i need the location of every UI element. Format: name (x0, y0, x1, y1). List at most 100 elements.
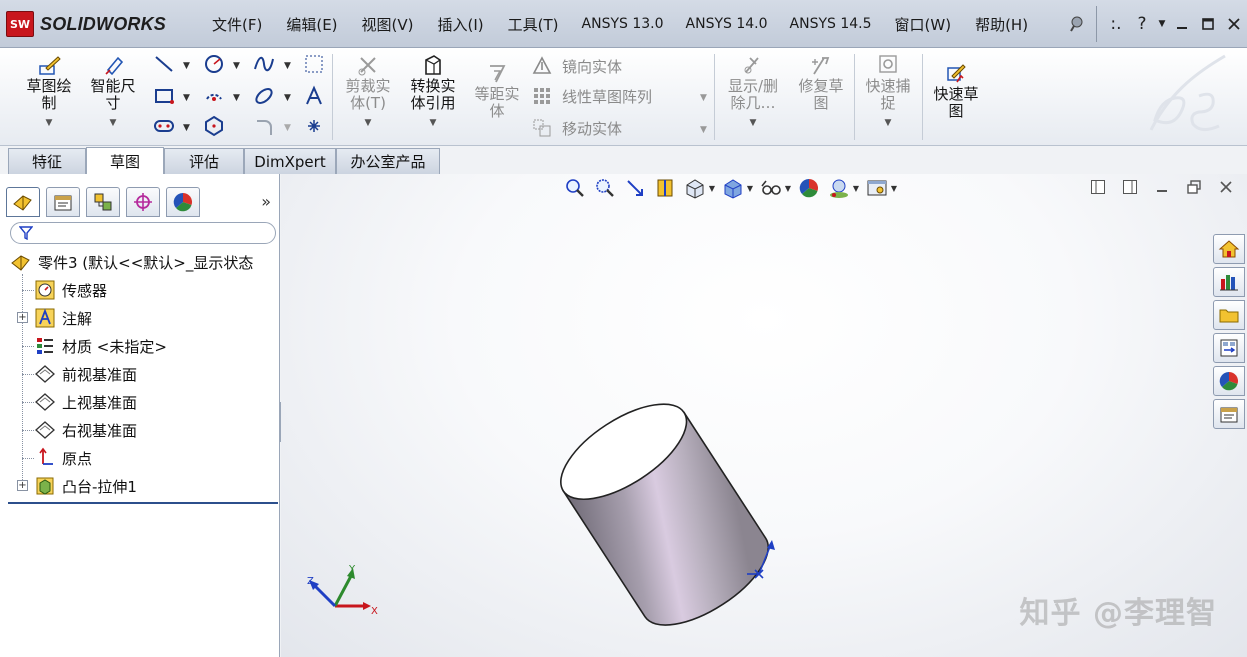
rectangle-tool-icon[interactable] (152, 84, 176, 108)
tab-dimxpert[interactable]: DimXpert (244, 148, 336, 174)
rectangle-tool-caret[interactable]: ▼ (183, 93, 190, 103)
smart-dimension-dropdown-icon[interactable]: ▼ (84, 115, 142, 132)
convert-entities-button[interactable]: 转换实 体引用 ▼ (402, 54, 464, 132)
property-manager-tab[interactable] (46, 187, 80, 217)
menu-ansys-14[interactable]: ANSYS 14.0 (675, 16, 779, 32)
minimize-icon[interactable] (1169, 12, 1195, 36)
tree-item-front-plane[interactable]: 前视基准面 (34, 361, 137, 387)
move-caret[interactable]: ▼ (700, 125, 707, 135)
move-entities-button[interactable]: 移动实体 (532, 116, 622, 140)
tree-item-annotations[interactable]: 注解 (34, 305, 92, 331)
arc-tool-caret[interactable]: ▼ (233, 93, 240, 103)
solidworks-logo[interactable]: SW SOLIDWORKS (6, 10, 192, 38)
design-library-tab[interactable] (1213, 267, 1245, 297)
cylinder-part-model[interactable] (551, 324, 851, 634)
panel-more-arrow[interactable]: » (261, 192, 271, 211)
split-view-left-icon[interactable] (1087, 176, 1109, 198)
menu-view[interactable]: 视图(V) (350, 14, 426, 35)
doc-close-icon[interactable] (1215, 176, 1237, 198)
configuration-manager-tab[interactable] (86, 187, 120, 217)
view-palette-tab[interactable] (1213, 333, 1245, 363)
custom-properties-tab[interactable] (1213, 399, 1245, 429)
menu-ansys-145[interactable]: ANSYS 14.5 (779, 16, 883, 32)
fillet-tool-icon[interactable] (252, 114, 276, 138)
offset-entities-button[interactable]: 等距实 体 (468, 62, 526, 120)
tree-item-origin[interactable]: 原点 (34, 445, 92, 471)
sketch-dropdown-icon[interactable]: ▼ (18, 115, 80, 132)
restore-icon[interactable] (1195, 12, 1221, 36)
menu-ansys-13[interactable]: ANSYS 13.0 (571, 16, 675, 32)
spline-tool-caret[interactable]: ▼ (284, 61, 291, 71)
tab-office-products[interactable]: 办公室产品 (336, 148, 440, 174)
tree-item-top-plane[interactable]: 上视基准面 (34, 389, 137, 415)
fillet-tool-caret[interactable]: ▼ (284, 123, 291, 133)
menu-tools[interactable]: 工具(T) (496, 14, 571, 35)
arc-tool-icon[interactable] (202, 84, 226, 108)
apply-scene-icon[interactable]: ▼ (827, 176, 859, 200)
display-manager-tab[interactable] (166, 187, 200, 217)
trim-dropdown-icon[interactable]: ▼ (338, 115, 398, 132)
quick-snaps-button[interactable]: 快速捕 捉 ▼ (858, 54, 918, 132)
slot-tool-caret[interactable]: ▼ (183, 123, 190, 133)
feature-manager-tab[interactable] (6, 187, 40, 217)
polygon-tool-icon[interactable] (202, 114, 226, 138)
tree-item-sensors[interactable]: 传感器 (34, 277, 107, 303)
doc-restore-icon[interactable] (1183, 176, 1205, 198)
display-style-icon[interactable]: ▼ (721, 176, 753, 200)
tab-evaluate[interactable]: 评估 (164, 148, 244, 174)
menu-edit[interactable]: 编辑(E) (274, 14, 349, 35)
hide-show-items-icon[interactable]: ▼ (759, 176, 791, 200)
help-icon[interactable]: ? (1129, 12, 1155, 36)
grid-tool-icon[interactable] (302, 52, 326, 76)
tree-item-boss-extrude[interactable]: 凸台-拉伸1 (34, 473, 137, 499)
smart-dimension-button[interactable]: 智能尺 寸 ▼ (84, 54, 142, 132)
doc-minimize-icon[interactable] (1151, 176, 1173, 198)
more-menu-icon[interactable]: :. (1103, 12, 1129, 36)
zoom-to-fit-icon[interactable] (563, 176, 587, 200)
show-delete-dropdown-icon[interactable]: ▼ (720, 115, 786, 132)
circle-tool-icon[interactable] (202, 52, 226, 76)
menu-insert[interactable]: 插入(I) (426, 14, 496, 35)
ellipse-tool-caret[interactable]: ▼ (284, 93, 291, 103)
menu-window[interactable]: 窗口(W) (883, 14, 964, 35)
file-explorer-tab[interactable] (1213, 300, 1245, 330)
tree-item-material[interactable]: 材质 <未指定> (34, 333, 167, 359)
appearances-tab[interactable] (1213, 366, 1245, 396)
linear-pattern-caret[interactable]: ▼ (700, 93, 707, 103)
ellipse-tool-icon[interactable] (252, 84, 276, 108)
repair-sketch-button[interactable]: 修复草 图 (792, 54, 850, 112)
previous-view-icon[interactable] (623, 176, 647, 200)
line-tool-icon[interactable] (152, 52, 176, 76)
tab-sketch[interactable]: 草图 (86, 147, 164, 174)
view-orientation-icon[interactable]: ▼ (683, 176, 715, 200)
expand-annotations-icon[interactable]: + (17, 312, 28, 323)
menu-help[interactable]: 帮助(H) (963, 14, 1040, 35)
rapid-sketch-button[interactable]: 快速草 图 (926, 62, 986, 120)
solidworks-resources-tab[interactable] (1213, 234, 1245, 264)
line-tool-caret[interactable]: ▼ (183, 61, 190, 71)
menu-file[interactable]: 文件(F) (200, 14, 274, 35)
text-tool-icon[interactable] (302, 84, 326, 108)
sketch-button[interactable]: 草图绘 制 ▼ (18, 54, 80, 132)
dimxpert-manager-tab[interactable] (126, 187, 160, 217)
help-dropdown-icon[interactable]: ▼ (1155, 12, 1169, 36)
tab-features[interactable]: 特征 (8, 148, 86, 174)
zoom-to-area-icon[interactable] (593, 176, 617, 200)
tree-root-part[interactable]: 零件3 (默认<<默认>_显示状态 (10, 249, 253, 275)
trim-entities-button[interactable]: 剪裁实 体(T) ▼ (338, 54, 398, 132)
tree-item-right-plane[interactable]: 右视基准面 (34, 417, 137, 443)
mirror-entities-button[interactable]: 镜向实体 (532, 54, 622, 78)
point-tool-icon[interactable] (302, 114, 326, 138)
expand-extrude-icon[interactable]: + (17, 480, 28, 491)
quick-snaps-dropdown-icon[interactable]: ▼ (858, 115, 918, 132)
graphics-area[interactable]: ▼ ▼ ▼ ▼ ▼ X Y Z 知乎 @李理智 (281, 174, 1247, 657)
close-icon[interactable] (1221, 12, 1247, 36)
view-settings-icon[interactable]: ▼ (865, 176, 897, 200)
slot-tool-icon[interactable] (152, 114, 176, 138)
pin-icon[interactable] (1064, 12, 1090, 36)
spline-tool-icon[interactable] (252, 52, 276, 76)
section-view-icon[interactable] (653, 176, 677, 200)
edit-appearance-icon[interactable] (797, 176, 821, 200)
convert-dropdown-icon[interactable]: ▼ (402, 115, 464, 132)
tree-filter-input[interactable] (10, 222, 276, 244)
